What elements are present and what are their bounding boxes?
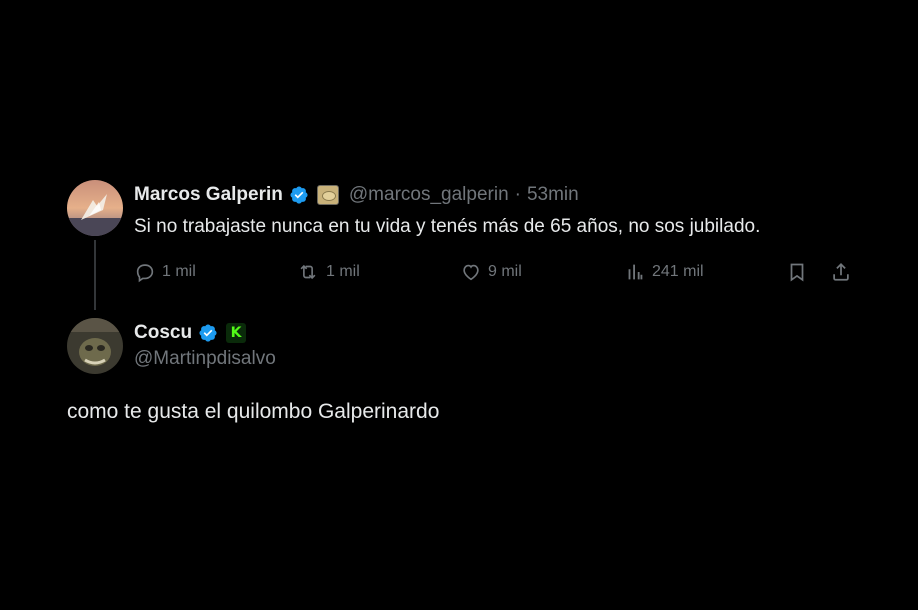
tweet-actions: 1 mil 1 mil 9 mil 241 mil (134, 260, 854, 284)
like-icon (463, 264, 479, 281)
reply-author-name[interactable]: Coscu (134, 322, 192, 344)
reply-text: como te gusta el quilombo Galperinardo (67, 400, 440, 423)
views-count: 241 mil (652, 263, 704, 280)
tweet-text: Si no trabajaste nunca en tu vida y tené… (134, 216, 761, 237)
share-icon (833, 262, 849, 281)
kick-badge-icon[interactable]: K (226, 323, 247, 343)
reply-icon (136, 264, 154, 283)
reply-button[interactable]: 1 mil (134, 260, 196, 284)
share-button[interactable] (830, 260, 852, 284)
coscu-avatar[interactable] (67, 318, 123, 374)
verified-badge-icon (289, 185, 309, 205)
separator-dot: · (514, 184, 521, 205)
reply-header: Coscu K (134, 320, 247, 346)
repost-button[interactable]: 1 mil (296, 260, 360, 284)
bookmark-icon (790, 263, 804, 282)
like-count: 9 mil (488, 263, 522, 280)
tweet-header: Marcos Galperin @marcos_galperin · 53min (134, 182, 579, 208)
bookmark-button[interactable] (786, 260, 808, 284)
reply-author-handle[interactable]: @Martinpdisalvo (134, 348, 276, 370)
author-handle[interactable]: @marcos_galperin (349, 184, 509, 206)
reply-count: 1 mil (162, 263, 196, 280)
organization-badge-icon[interactable] (316, 185, 339, 205)
author-name[interactable]: Marcos Galperin (134, 184, 283, 206)
repost-count: 1 mil (326, 263, 360, 280)
tweet-screenshot: Marcos Galperin @marcos_galperin · 53min… (0, 0, 918, 610)
repost-icon (300, 264, 316, 280)
marcos-avatar[interactable] (67, 180, 123, 236)
views-icon (628, 264, 643, 280)
verified-badge-icon (198, 323, 218, 343)
thread-line (94, 240, 96, 310)
like-button[interactable]: 9 mil (460, 260, 522, 284)
tweet-timestamp[interactable]: 53min (527, 184, 579, 206)
views-button[interactable]: 241 mil (624, 260, 704, 284)
